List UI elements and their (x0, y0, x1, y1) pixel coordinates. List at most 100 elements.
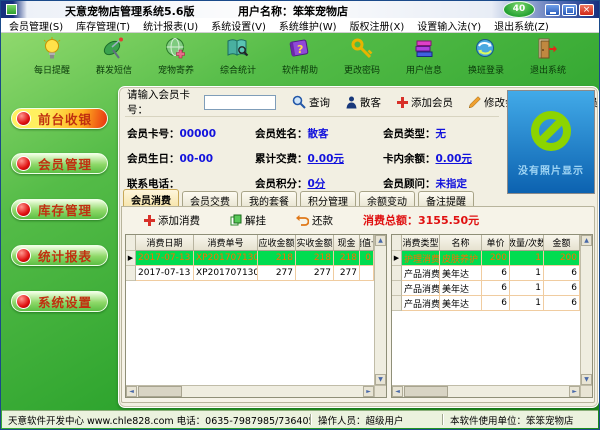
table-cell: 277 (258, 266, 296, 281)
column-header[interactable]: 应收金额 (258, 235, 296, 251)
shift-globe-icon (474, 37, 498, 61)
column-header[interactable]: 储值卡 (360, 235, 374, 251)
menu-item-settings[interactable]: 系统设置(V) (211, 18, 266, 33)
query-button[interactable]: 查询 (292, 95, 330, 110)
table-cell: 218 (258, 251, 296, 266)
table-cell: 2017-07-13 14: (136, 266, 194, 281)
scroll-up-icon[interactable]: ▲ (375, 235, 386, 246)
horizontal-scrollbar[interactable]: ◄ ► (126, 385, 374, 397)
horizontal-scrollbar[interactable]: ◄ ► (392, 385, 580, 397)
table-cell: 1 (510, 266, 544, 281)
sidebar-item-reports[interactable]: 统计报表 (11, 245, 108, 266)
table-row[interactable]: 2017-07-13 14:XP201707130001277277277 (126, 266, 374, 281)
menu-item-exit[interactable]: 退出系统(Z) (494, 18, 549, 33)
table-cell: XP201707130002 (194, 251, 258, 266)
toolbar-item-user-info[interactable]: 用户信息 (393, 32, 455, 81)
row-indicator (392, 266, 402, 281)
restore-button[interactable] (562, 4, 577, 16)
menu-item-reports[interactable]: 统计报表(U) (143, 18, 198, 33)
sidebar-item-members[interactable]: 会员管理 (11, 153, 108, 174)
toolbar-label: 宠物寄养 (158, 63, 194, 76)
add-consume-button[interactable]: 添加消费 (144, 213, 200, 228)
table-cell: 200 (544, 251, 580, 266)
toolbar-label: 用户信息 (406, 63, 442, 76)
red-sphere-icon (16, 202, 31, 217)
table-row[interactable]: 产品消费美年达616 (392, 281, 580, 296)
repay-button[interactable]: 还款 (296, 213, 333, 228)
table-row[interactable]: ▶2017-07-13 14:XP2017071300022182182180 (126, 251, 374, 266)
menu-item-maintenance[interactable]: 系统维护(W) (279, 18, 337, 33)
scroll-left-icon[interactable]: ◄ (126, 386, 137, 397)
toolbar-label: 群发短信 (96, 63, 132, 76)
column-header[interactable]: 现金 (334, 235, 360, 251)
toolbar-item-shift-login[interactable]: 换班登录 (455, 32, 517, 81)
release-hold-button[interactable]: 解挂 (230, 213, 266, 228)
vertical-scrollbar[interactable]: ▲ ▼ (374, 235, 386, 385)
column-header[interactable]: 单价 (482, 235, 510, 251)
close-button[interactable]: × (579, 4, 594, 16)
no-photo-icon (528, 108, 574, 154)
red-sphere-icon (16, 156, 31, 171)
total-consumption-label: 消费总额： (363, 214, 418, 227)
menu-item-register[interactable]: 版权注册(X) (350, 18, 405, 33)
table-cell: 美年达 (440, 266, 482, 281)
scroll-right-icon[interactable]: ► (569, 386, 580, 397)
menu-item-input-method[interactable]: 设置输入法(Y) (417, 18, 481, 33)
sidebar-item-label: 系统设置 (38, 292, 92, 311)
orders-grid: 消费日期消费单号应收金额实收金额现金储值卡▶2017-07-13 14:XP20… (126, 235, 374, 385)
menu-item-inventory[interactable]: 库存管理(T) (76, 18, 130, 33)
walkin-button[interactable]: 散客 (346, 95, 381, 110)
column-header[interactable]: 金额 (544, 235, 580, 251)
minimize-icon (550, 12, 556, 14)
trial-days-badge: 40 (503, 1, 535, 18)
scroll-left-icon[interactable]: ◄ (392, 386, 403, 397)
toolbar-item-help[interactable]: ? 软件帮助 (269, 32, 331, 81)
column-header[interactable]: 消费日期 (136, 235, 194, 251)
toolbar-item-pet-boarding[interactable]: 宠物寄养 (145, 32, 207, 81)
member-birthday-label: 会员生日： (127, 153, 180, 165)
table-cell: 护理消费 (402, 251, 440, 266)
row-indicator (392, 296, 402, 311)
table-row[interactable]: 产品消费美年达616 (392, 296, 580, 311)
add-member-button[interactable]: 添加会员 (397, 95, 453, 110)
column-header[interactable]: 数量/次数 (510, 235, 544, 251)
column-header[interactable]: 名称 (440, 235, 482, 251)
items-grid: 消费类型名称单价数量/次数金额▶护理消费皮肤养护2001200产品消费美年达61… (392, 235, 580, 385)
table-header-row: 消费日期消费单号应收金额实收金额现金储值卡 (126, 235, 374, 251)
total-paid-link[interactable]: 0.00元 (308, 153, 344, 165)
table-cell: 277 (334, 266, 360, 281)
sidebar-item-cashier[interactable]: 前台收银 (11, 108, 108, 129)
scroll-down-icon[interactable]: ▼ (581, 374, 592, 385)
table-cell: 皮肤养护 (440, 251, 482, 266)
card-number-input[interactable] (204, 95, 276, 110)
toolbar-item-mass-sms[interactable]: 群发短信 (83, 32, 145, 81)
menu-item-member[interactable]: 会员管理(S) (9, 18, 63, 33)
scroll-right-icon[interactable]: ► (363, 386, 374, 397)
toolbar-item-daily-reminder[interactable]: 每日提醒 (21, 32, 83, 81)
items-table: 消费类型名称单价数量/次数金额▶护理消费皮肤养护2001200产品消费美年达61… (391, 234, 593, 398)
person-icon (346, 96, 357, 109)
card-balance-link[interactable]: 0.00元 (436, 153, 472, 165)
column-header[interactable]: 消费类型 (402, 235, 440, 251)
scrollbar-corner (580, 385, 592, 397)
minimize-button[interactable] (545, 4, 560, 16)
toolbar-item-statistics[interactable]: 综合统计 (207, 32, 269, 81)
red-sphere-icon (16, 111, 31, 126)
table-row[interactable]: 产品消费美年达616 (392, 266, 580, 281)
undo-arrow-icon (296, 215, 309, 226)
column-header[interactable]: 实收金额 (296, 235, 334, 251)
scroll-up-icon[interactable]: ▲ (581, 235, 592, 246)
table-header-row: 消费类型名称单价数量/次数金额 (392, 235, 580, 251)
toolbar-item-exit[interactable]: 退出系统 (517, 32, 579, 81)
sidebar-item-inventory[interactable]: 库存管理 (11, 199, 108, 220)
vertical-scrollbar[interactable]: ▲ ▼ (580, 235, 592, 385)
column-header[interactable]: 消费单号 (194, 235, 258, 251)
sidebar-item-settings[interactable]: 系统设置 (11, 291, 108, 312)
scrollbar-thumb[interactable] (138, 386, 182, 397)
scrollbar-thumb[interactable] (404, 386, 448, 397)
status-operator: 操作人员：超级用户 (312, 413, 442, 427)
scroll-down-icon[interactable]: ▼ (375, 374, 386, 385)
consume-actions: 添加消费 解挂 还款 消费总额：3155.50元 (144, 212, 479, 228)
table-row[interactable]: ▶护理消费皮肤养护2001200 (392, 251, 580, 266)
toolbar-item-change-password[interactable]: 更改密码 (331, 32, 393, 81)
